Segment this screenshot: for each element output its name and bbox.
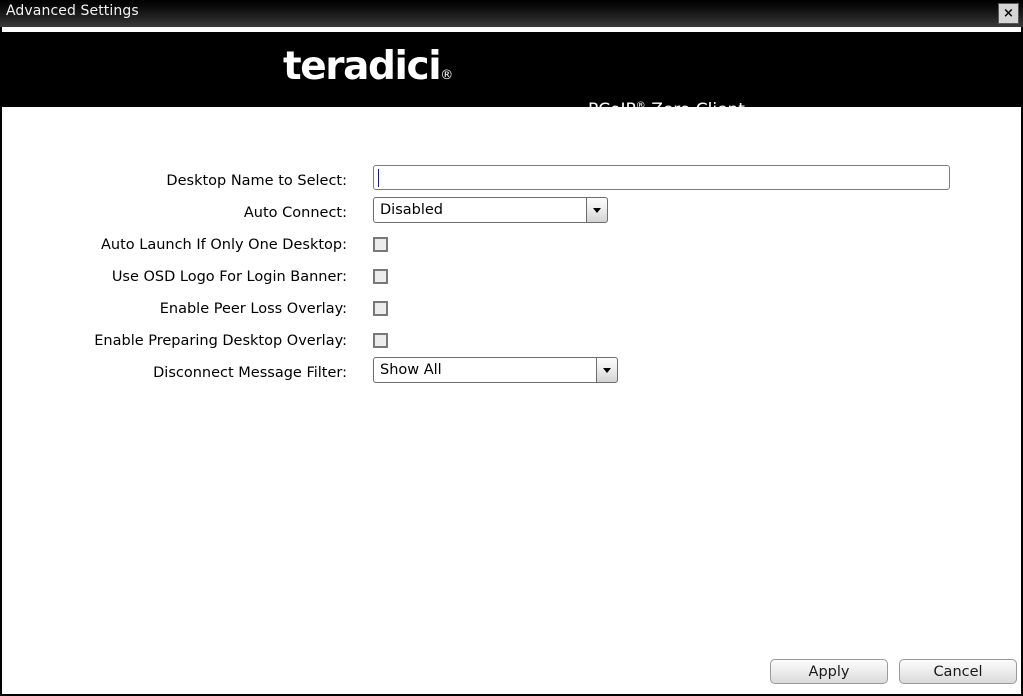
- footer-actions: Apply Cancel: [0, 659, 1023, 694]
- teradici-logo-text: teradici: [283, 44, 442, 89]
- form-row-auto-launch-if-only-one-desktop: Auto Launch If Only One Desktop:: [0, 229, 1023, 261]
- enable-peer-loss-overlay-checkbox[interactable]: [373, 301, 388, 316]
- auto-connect-selected-value: Disabled: [373, 197, 586, 223]
- auto-connect-select[interactable]: Disabled: [373, 197, 608, 223]
- disconnect-message-filter-dropdown-button[interactable]: [596, 357, 618, 383]
- form-row-auto-connect: Auto Connect: Disabled: [0, 197, 1023, 229]
- label-disconnect-message-filter: Disconnect Message Filter:: [153, 365, 347, 381]
- teradici-logo: teradici®: [283, 47, 453, 86]
- apply-button[interactable]: Apply: [770, 659, 888, 684]
- brand-banner: teradici® PCoIP® Zero Client: [2, 32, 1021, 120]
- window-title: Advanced Settings: [6, 3, 139, 19]
- close-icon: ×: [1003, 6, 1014, 21]
- label-desktop-name-to-select: Desktop Name to Select:: [166, 173, 347, 189]
- teradici-logo-mark: ®: [440, 68, 454, 83]
- enable-preparing-desktop-overlay-checkbox[interactable]: [373, 333, 388, 348]
- cancel-button[interactable]: Cancel: [899, 659, 1017, 684]
- text-caret: [378, 169, 379, 187]
- form-row-enable-preparing-desktop-overlay: Enable Preparing Desktop Overlay:: [0, 325, 1023, 357]
- label-auto-connect: Auto Connect:: [243, 205, 347, 221]
- title-bar: Advanced Settings ×: [0, 0, 1023, 27]
- form-row-desktop-name-to-select: Desktop Name to Select:: [0, 165, 1023, 197]
- advanced-settings-window: Advanced Settings × teradici® PCoIP® Zer…: [0, 0, 1023, 696]
- use-osd-logo-for-login-banner-checkbox[interactable]: [373, 269, 388, 284]
- settings-form: Desktop Name to Select: Auto Connect: Di…: [0, 107, 1023, 647]
- chevron-down-icon: [603, 367, 611, 373]
- disconnect-message-filter-select[interactable]: Show All: [373, 357, 618, 383]
- auto-launch-if-only-one-desktop-checkbox[interactable]: [373, 237, 388, 252]
- label-enable-preparing-desktop-overlay: Enable Preparing Desktop Overlay:: [94, 333, 347, 349]
- form-row-enable-peer-loss-overlay: Enable Peer Loss Overlay:: [0, 293, 1023, 325]
- disconnect-message-filter-selected-value: Show All: [373, 357, 596, 383]
- form-row-disconnect-message-filter: Disconnect Message Filter: Show All: [0, 357, 1023, 389]
- form-row-use-osd-logo-for-login-banner: Use OSD Logo For Login Banner:: [0, 261, 1023, 293]
- label-enable-peer-loss-overlay: Enable Peer Loss Overlay:: [159, 301, 347, 317]
- label-auto-launch-if-only-one-desktop: Auto Launch If Only One Desktop:: [100, 237, 347, 253]
- auto-connect-dropdown-button[interactable]: [586, 197, 608, 223]
- desktop-name-to-select-input[interactable]: [373, 165, 950, 190]
- chevron-down-icon: [593, 207, 601, 213]
- close-button[interactable]: ×: [998, 3, 1019, 24]
- label-use-osd-logo-for-login-banner: Use OSD Logo For Login Banner:: [111, 269, 347, 285]
